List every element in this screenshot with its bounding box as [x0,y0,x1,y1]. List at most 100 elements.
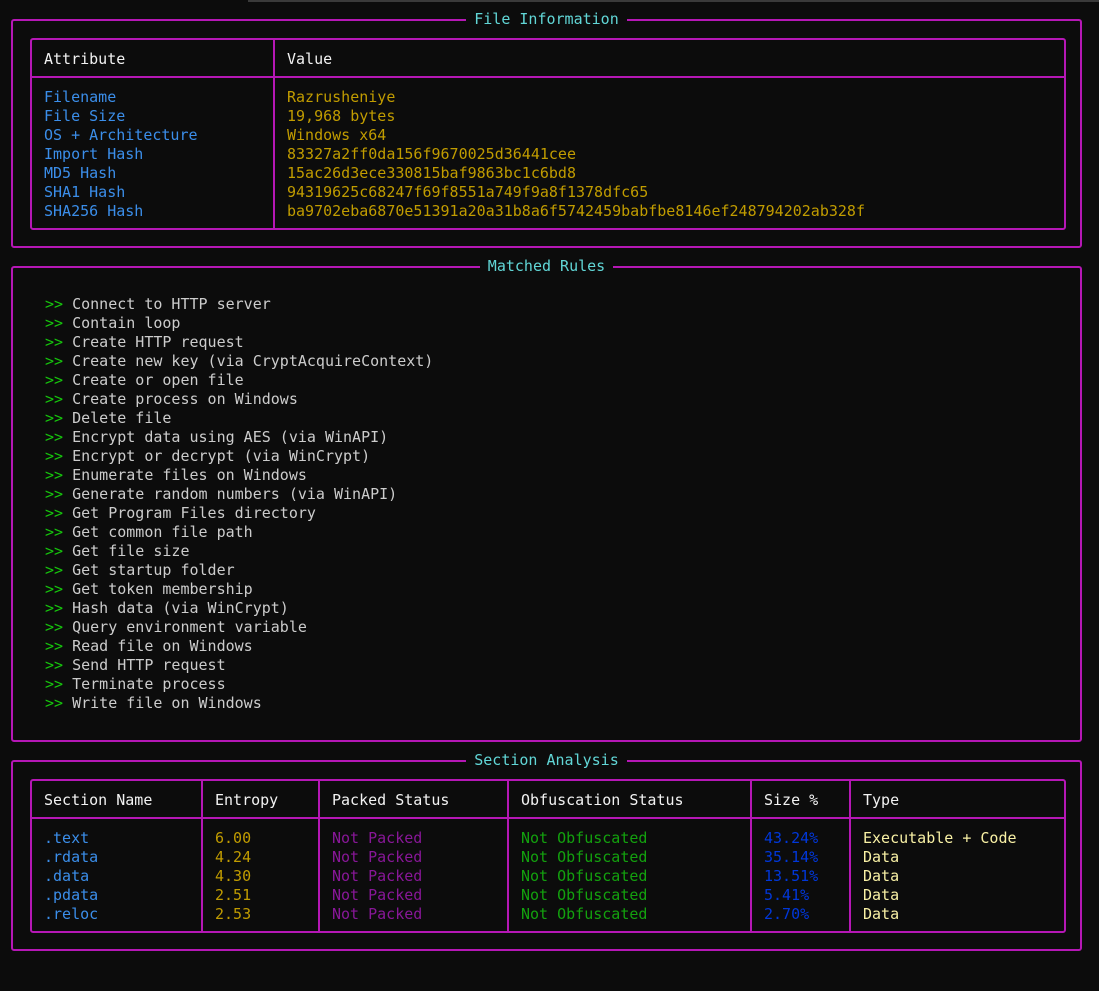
value-cell: ba9702eba6870e51391a20a31b8a6f5742459bab… [287,202,865,220]
rule-text: Create new key (via CryptAcquireContext) [72,352,434,370]
rule-item: >> Connect to HTTP server [45,295,271,314]
rule-arrow-icon: >> [45,352,64,370]
rule-text: Terminate process [72,675,226,693]
column-divider [318,781,320,931]
header-size-percent: Size % [764,791,819,809]
rule-arrow-icon: >> [45,504,64,522]
rule-text: Create process on Windows [72,390,298,408]
rule-text: Read file on Windows [72,637,253,655]
rule-text: Create or open file [72,371,244,389]
rule-item: >> Get common file path [45,523,253,542]
rule-item: >> Enumerate files on Windows [45,466,307,485]
rule-arrow-icon: >> [45,542,64,560]
header-divider [32,76,1064,78]
rule-arrow-icon: >> [45,675,64,693]
rule-item: >> Get token membership [45,580,253,599]
column-divider [273,40,275,228]
matched-rules-panel: Matched Rules >> Connect to HTTP server >… [11,257,1082,742]
file-information-title-text: File Information [466,10,627,28]
type-cell: Data [863,848,900,866]
rule-item: >> Get Program Files directory [45,504,316,523]
value-cell: 83327a2ff0da156f9670025d36441cee [287,145,576,163]
rule-item: >> Read file on Windows [45,637,253,656]
rule-arrow-icon: >> [45,371,64,389]
rule-text: Get common file path [72,523,253,541]
rule-text: Enumerate files on Windows [72,466,307,484]
rule-arrow-icon: >> [45,656,64,674]
section-analysis-panel: Section Analysis Section Name Entropy Pa… [11,751,1082,951]
column-divider [849,781,851,931]
attribute-cell: SHA256 Hash [44,202,144,220]
packed-status-cell: Not Packed [332,905,423,923]
type-cell: Executable + Code [863,829,1017,847]
header-entropy: Entropy [215,791,279,809]
section-analysis-table: Section Name Entropy Packed Status Obfus… [30,779,1066,933]
value-cell: 15ac26d3ece330815baf9863bc1c6bd8 [287,164,576,182]
size-percent-cell: 2.70% [764,905,810,923]
rule-text: Get startup folder [72,561,235,579]
rule-arrow-icon: >> [45,694,64,712]
file-information-panel: File Information Attribute Value Filenam… [11,10,1082,248]
rule-arrow-icon: >> [45,333,64,351]
attribute-cell: Import Hash [44,145,144,163]
value-cell: 19,968 bytes [287,107,396,125]
rule-item: >> Get startup folder [45,561,235,580]
type-cell: Data [863,905,900,923]
section-name-cell: .rdata [44,848,99,866]
attribute-cell: File Size [44,107,126,125]
rule-item: >> Create or open file [45,371,244,390]
size-percent-cell: 35.14% [764,848,819,866]
section-name-cell: .pdata [44,886,99,904]
type-cell: Data [863,867,900,885]
column-divider [750,781,752,931]
rule-text: Delete file [72,409,172,427]
header-obfuscation-status: Obfuscation Status [521,791,684,809]
header-value: Value [287,50,333,68]
rule-text: Query environment variable [72,618,307,636]
value-cell: 94319625c68247f69f8551a749f9a8f1378dfc65 [287,183,649,201]
rule-text: Encrypt or decrypt (via WinCrypt) [72,447,371,465]
rule-item: >> Send HTTP request [45,656,226,675]
header-divider [32,817,1064,819]
value-cell: Windows x64 [287,126,387,144]
rule-arrow-icon: >> [45,618,64,636]
entropy-cell: 4.24 [215,848,252,866]
column-divider [201,781,203,931]
rule-arrow-icon: >> [45,295,64,313]
attribute-cell: MD5 Hash [44,164,117,182]
section-name-cell: .text [44,829,90,847]
rule-text: Get token membership [72,580,253,598]
attribute-cell: OS + Architecture [44,126,198,144]
rule-item: >> Delete file [45,409,171,428]
rule-text: Contain loop [72,314,181,332]
rule-item: >> Query environment variable [45,618,307,637]
file-information-table: Attribute Value Filename Razrusheniye File… [30,38,1066,230]
obfuscation-status-cell: Not Obfuscated [521,829,648,847]
rule-arrow-icon: >> [45,561,64,579]
size-percent-cell: 5.41% [764,886,810,904]
obfuscation-status-cell: Not Obfuscated [521,886,648,904]
rule-text: Get Program Files directory [72,504,316,522]
size-percent-cell: 13.51% [764,867,819,885]
rule-arrow-icon: >> [45,485,64,503]
obfuscation-status-cell: Not Obfuscated [521,867,648,885]
file-information-title: File Information [13,10,1080,29]
rule-text: Hash data (via WinCrypt) [72,599,289,617]
rule-arrow-icon: >> [45,409,64,427]
attribute-cell: SHA1 Hash [44,183,126,201]
rule-text: Create HTTP request [72,333,244,351]
rule-arrow-icon: >> [45,390,64,408]
rule-arrow-icon: >> [45,523,64,541]
packed-status-cell: Not Packed [332,867,423,885]
entropy-cell: 4.30 [215,867,252,885]
attribute-cell: Filename [44,88,117,106]
header-type: Type [863,791,900,809]
rule-item: >> Create HTTP request [45,333,244,352]
obfuscation-status-cell: Not Obfuscated [521,905,648,923]
header-attribute: Attribute [44,50,126,68]
rule-item: >> Terminate process [45,675,226,694]
rule-arrow-icon: >> [45,580,64,598]
window-top-edge [248,0,1099,2]
rule-text: Encrypt data using AES (via WinAPI) [72,428,389,446]
rule-text: Send HTTP request [72,656,226,674]
